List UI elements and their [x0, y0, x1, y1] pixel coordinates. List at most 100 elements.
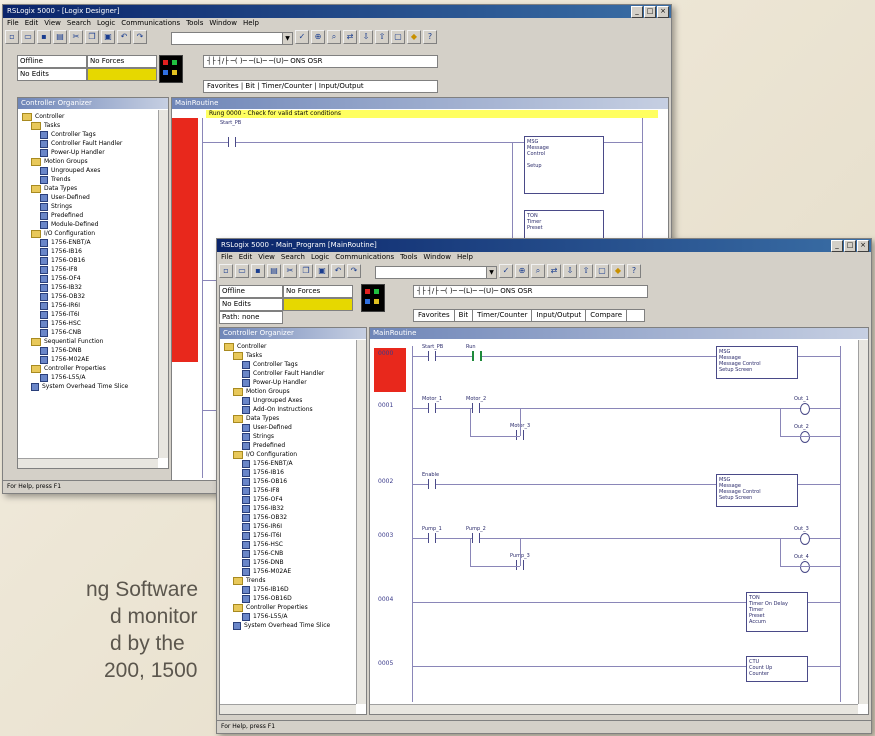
redo-icon[interactable]: ↷ [347, 264, 361, 278]
paste-icon[interactable]: ▣ [101, 30, 115, 44]
tree-item[interactable]: 1756-CNB [224, 549, 356, 558]
menu-item[interactable]: View [44, 19, 61, 27]
tree-item[interactable]: Motion Groups [22, 157, 158, 166]
tree-item[interactable]: 1756-OF4 [22, 274, 158, 283]
tree-item[interactable]: 1756-IB32 [22, 283, 158, 292]
tree-item[interactable]: Power-Up Handler [22, 148, 158, 157]
tree-item[interactable]: 1756-OB16D [224, 594, 356, 603]
cut-icon[interactable]: ✂ [283, 264, 297, 278]
undo-icon[interactable]: ↶ [331, 264, 345, 278]
function-block[interactable]: MSG Message Message Control Setup Screen [716, 346, 798, 379]
instruction-tab[interactable]: Timer/Counter [473, 310, 533, 321]
tree-item[interactable]: System Overhead Time Slice [224, 621, 356, 630]
tree-item[interactable]: 1756-IB16D [224, 585, 356, 594]
tree-item[interactable]: Ungrouped Axes [224, 396, 356, 405]
menu-item[interactable]: Help [243, 19, 259, 27]
help-icon[interactable]: ? [627, 264, 641, 278]
tree-item[interactable]: 1756-IT6I [22, 310, 158, 319]
ladder-contact[interactable] [428, 351, 436, 361]
open-folder-icon[interactable]: ▭ [235, 264, 249, 278]
function-block[interactable]: MSG Message Message Control Setup Screen [716, 474, 798, 507]
tree-item[interactable]: 1756-OF4 [224, 495, 356, 504]
tree-item[interactable]: 1756-IR6I [224, 522, 356, 531]
ladder-contact[interactable] [472, 403, 480, 413]
tree-item[interactable]: 1756-ENBT/A [224, 459, 356, 468]
ladder-coil[interactable] [800, 431, 810, 443]
front-mode-combo[interactable]: Offline [219, 285, 283, 298]
tree-item[interactable]: 1756-OB16 [224, 477, 356, 486]
redo-icon[interactable]: ↷ [133, 30, 147, 44]
tree-item[interactable]: 1756-IB32 [224, 504, 356, 513]
front-ladder-editor[interactable]: 0000 Start_PB Run MSG Message Message Control… [370, 340, 858, 704]
menu-item[interactable]: Logic [311, 253, 329, 261]
verify-icon[interactable]: ✓ [295, 30, 309, 44]
tree-item[interactable]: Tasks [22, 121, 158, 130]
print-icon[interactable]: ▤ [267, 264, 281, 278]
tree-item[interactable]: User-Defined [224, 423, 356, 432]
menu-item[interactable]: Search [281, 253, 305, 261]
menu-item[interactable]: Search [67, 19, 91, 27]
tree-item[interactable]: Data Types [22, 184, 158, 193]
find-icon[interactable]: ⌕ [327, 30, 341, 44]
back-mode-combo[interactable]: Offline [17, 55, 87, 68]
menu-item[interactable]: Edit [239, 253, 253, 261]
tree-item[interactable]: 1756-L55/A [22, 373, 158, 382]
save-icon[interactable]: ▪ [251, 264, 265, 278]
tree-item[interactable]: 1756-ENBT/A [22, 238, 158, 247]
open-folder-icon[interactable]: ▭ [21, 30, 35, 44]
menu-item[interactable]: View [258, 253, 275, 261]
back-window-titlebar[interactable]: RSLogix 5000 - [Logix Designer] _ □ × [3, 5, 671, 18]
ladder-contact[interactable] [472, 533, 480, 543]
monitor-icon[interactable]: ▢ [595, 264, 609, 278]
function-block[interactable]: TON Timer On Delay Timer Preset Accum [746, 592, 808, 632]
back-tree-scrollbar[interactable] [158, 110, 168, 458]
tree-item[interactable]: Add-On Instructions [224, 405, 356, 414]
tag-icon[interactable]: ◆ [611, 264, 625, 278]
tag-icon[interactable]: ◆ [407, 30, 421, 44]
tree-item[interactable]: Predefined [224, 441, 356, 450]
ladder-contact[interactable] [428, 479, 436, 489]
tree-item[interactable]: Controller Fault Handler [22, 139, 158, 148]
close-icon[interactable]: × [857, 240, 869, 252]
tree-item[interactable]: Controller Tags [22, 130, 158, 139]
front-ladder-hscrollbar[interactable] [370, 704, 858, 714]
menu-item[interactable]: Communications [335, 253, 394, 261]
tree-item[interactable]: 1756-OB32 [22, 292, 158, 301]
menu-item[interactable]: Tools [400, 253, 417, 261]
menu-item[interactable]: Tools [186, 19, 203, 27]
download-icon[interactable]: ⇩ [359, 30, 373, 44]
download-icon[interactable]: ⇩ [563, 264, 577, 278]
print-icon[interactable]: ▤ [53, 30, 67, 44]
copy-icon[interactable]: ❐ [85, 30, 99, 44]
tree-item[interactable]: 1756-IR6I [22, 301, 158, 310]
tree-item[interactable]: 1756-DNB [224, 558, 356, 567]
tree-item[interactable]: 1756-M02AE [224, 567, 356, 576]
menu-item[interactable]: Edit [25, 19, 39, 27]
go-online-icon[interactable]: ⇄ [547, 264, 561, 278]
zoom-icon[interactable]: ⊕ [311, 30, 325, 44]
ladder-contact[interactable] [428, 533, 436, 543]
tree-item[interactable]: 1756-CNB [22, 328, 158, 337]
chevron-down-icon[interactable]: ▼ [282, 33, 292, 44]
upload-icon[interactable]: ⇧ [375, 30, 389, 44]
maximize-icon[interactable]: □ [844, 240, 856, 252]
tree-item[interactable]: User-Defined [22, 193, 158, 202]
tree-item[interactable]: Controller Fault Handler [224, 369, 356, 378]
tree-item[interactable]: Controller Tags [224, 360, 356, 369]
new-file-icon[interactable]: ▫ [219, 264, 233, 278]
tree-item[interactable]: 1756-IF8 [22, 265, 158, 274]
minimize-icon[interactable]: _ [631, 6, 643, 18]
minimize-icon[interactable]: _ [831, 240, 843, 252]
close-icon[interactable]: × [657, 6, 669, 18]
tree-item[interactable]: 1756-IB16 [22, 247, 158, 256]
tree-item[interactable]: 1756-DNB [22, 346, 158, 355]
ladder-contact[interactable] [472, 351, 482, 361]
tree-item[interactable]: Predefined [22, 211, 158, 220]
menu-item[interactable]: Help [457, 253, 473, 261]
tree-item[interactable]: 1756-IB16 [224, 468, 356, 477]
tree-item[interactable]: Tasks [224, 351, 356, 360]
ladder-coil[interactable] [800, 561, 810, 573]
instruction-tab[interactable]: Compare [586, 310, 628, 321]
back-instruction-tabs[interactable]: Favorites | Bit | Timer/Counter | Input/… [203, 80, 438, 93]
tree-item[interactable]: Strings [224, 432, 356, 441]
